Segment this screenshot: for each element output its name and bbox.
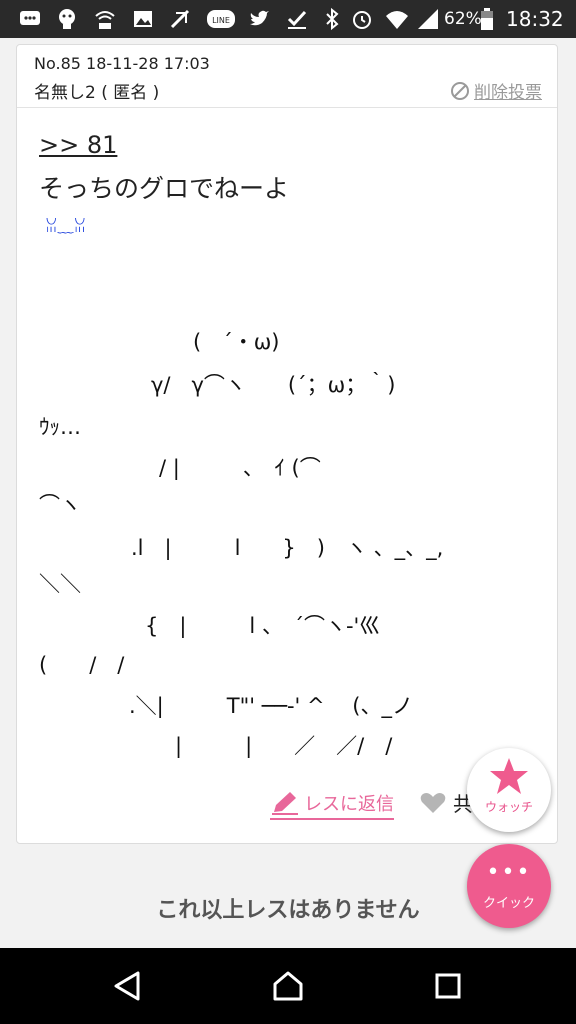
chat-icon — [18, 7, 42, 31]
reply-button[interactable]: レスに返信 — [270, 788, 394, 820]
line-icon: LINE — [206, 7, 236, 31]
battery-percent: 62% — [444, 9, 482, 29]
ascii-art-line: { | l 、 ´⌒ヽ-'巛 — [145, 614, 381, 638]
reply-anchor-link[interactable]: >> 81 — [39, 131, 117, 159]
ascii-art-line: ( ´・ω) — [193, 330, 280, 354]
ascii-art-line: ( / / — [39, 653, 125, 677]
post-text: そっちのグロでねーよ — [39, 174, 290, 203]
back-icon[interactable] — [110, 968, 146, 1004]
pencil-icon — [272, 792, 298, 815]
ascii-art-line: ⌒ヽ — [39, 493, 81, 517]
reply-label: レスに返信 — [304, 794, 394, 815]
wifi-icon — [385, 7, 409, 31]
post-meta: No.85 18-11-28 17:03 — [34, 54, 210, 73]
ascii-art-line: ＼＼ — [39, 572, 81, 596]
alarm-icon — [350, 7, 374, 31]
star-icon — [490, 758, 528, 794]
wifi-calling-icon — [93, 7, 117, 31]
clock: 18:32 — [506, 7, 564, 31]
watch-button[interactable]: ウォッチ — [467, 748, 551, 832]
check-icon — [285, 7, 309, 31]
signal-app-icon — [168, 7, 192, 31]
delete-vote-link[interactable]: 削除投票 — [450, 78, 542, 103]
status-bar: LINE 62% 18:32 — [0, 0, 576, 38]
ascii-art-line: | | ／ ／/ / — [175, 734, 393, 758]
ascii-art-line: .＼| T"' ──-' ^ (、_ノ — [129, 694, 413, 718]
ascii-art-line: ｳｯ… — [39, 415, 81, 439]
post-author: 名無し2 ( 匿名 ) — [34, 83, 160, 103]
line-icon-label: LINE — [212, 16, 230, 25]
prohibit-icon — [451, 81, 469, 100]
ascii-art-line: / | 、 ｲ (⌒ — [159, 456, 321, 480]
ascii-art-line: γ/ γ⌒ヽ (´；ω；｀) — [151, 373, 396, 397]
watch-label: ウォッチ — [484, 800, 533, 814]
heart-icon — [420, 792, 446, 813]
cell-signal-icon — [416, 7, 440, 31]
navigation-bar — [0, 948, 576, 1024]
quick-button[interactable]: ••• クイック — [467, 844, 551, 928]
quick-label: クイック — [482, 896, 535, 911]
twitter-icon — [247, 7, 271, 31]
battery-icon — [480, 7, 494, 31]
bluetooth-icon — [320, 7, 344, 31]
post-header: No.85 18-11-28 17:03 名無し2 ( 匿名 ) 削除投票 — [17, 45, 557, 108]
delete-vote-label: 削除投票 — [474, 83, 542, 103]
more-dots-icon: ••• — [486, 860, 532, 885]
mascot-icon — [55, 7, 79, 31]
ascii-art-line: .l | l } ) ヽ 、_、_, — [131, 536, 444, 560]
image-icon — [131, 7, 155, 31]
home-icon[interactable] — [270, 968, 306, 1004]
emoticon: ꈍ﹏ꈍ — [45, 217, 87, 236]
post-card: No.85 18-11-28 17:03 名無し2 ( 匿名 ) 削除投票 >>… — [16, 44, 558, 844]
recents-icon[interactable] — [430, 968, 466, 1004]
